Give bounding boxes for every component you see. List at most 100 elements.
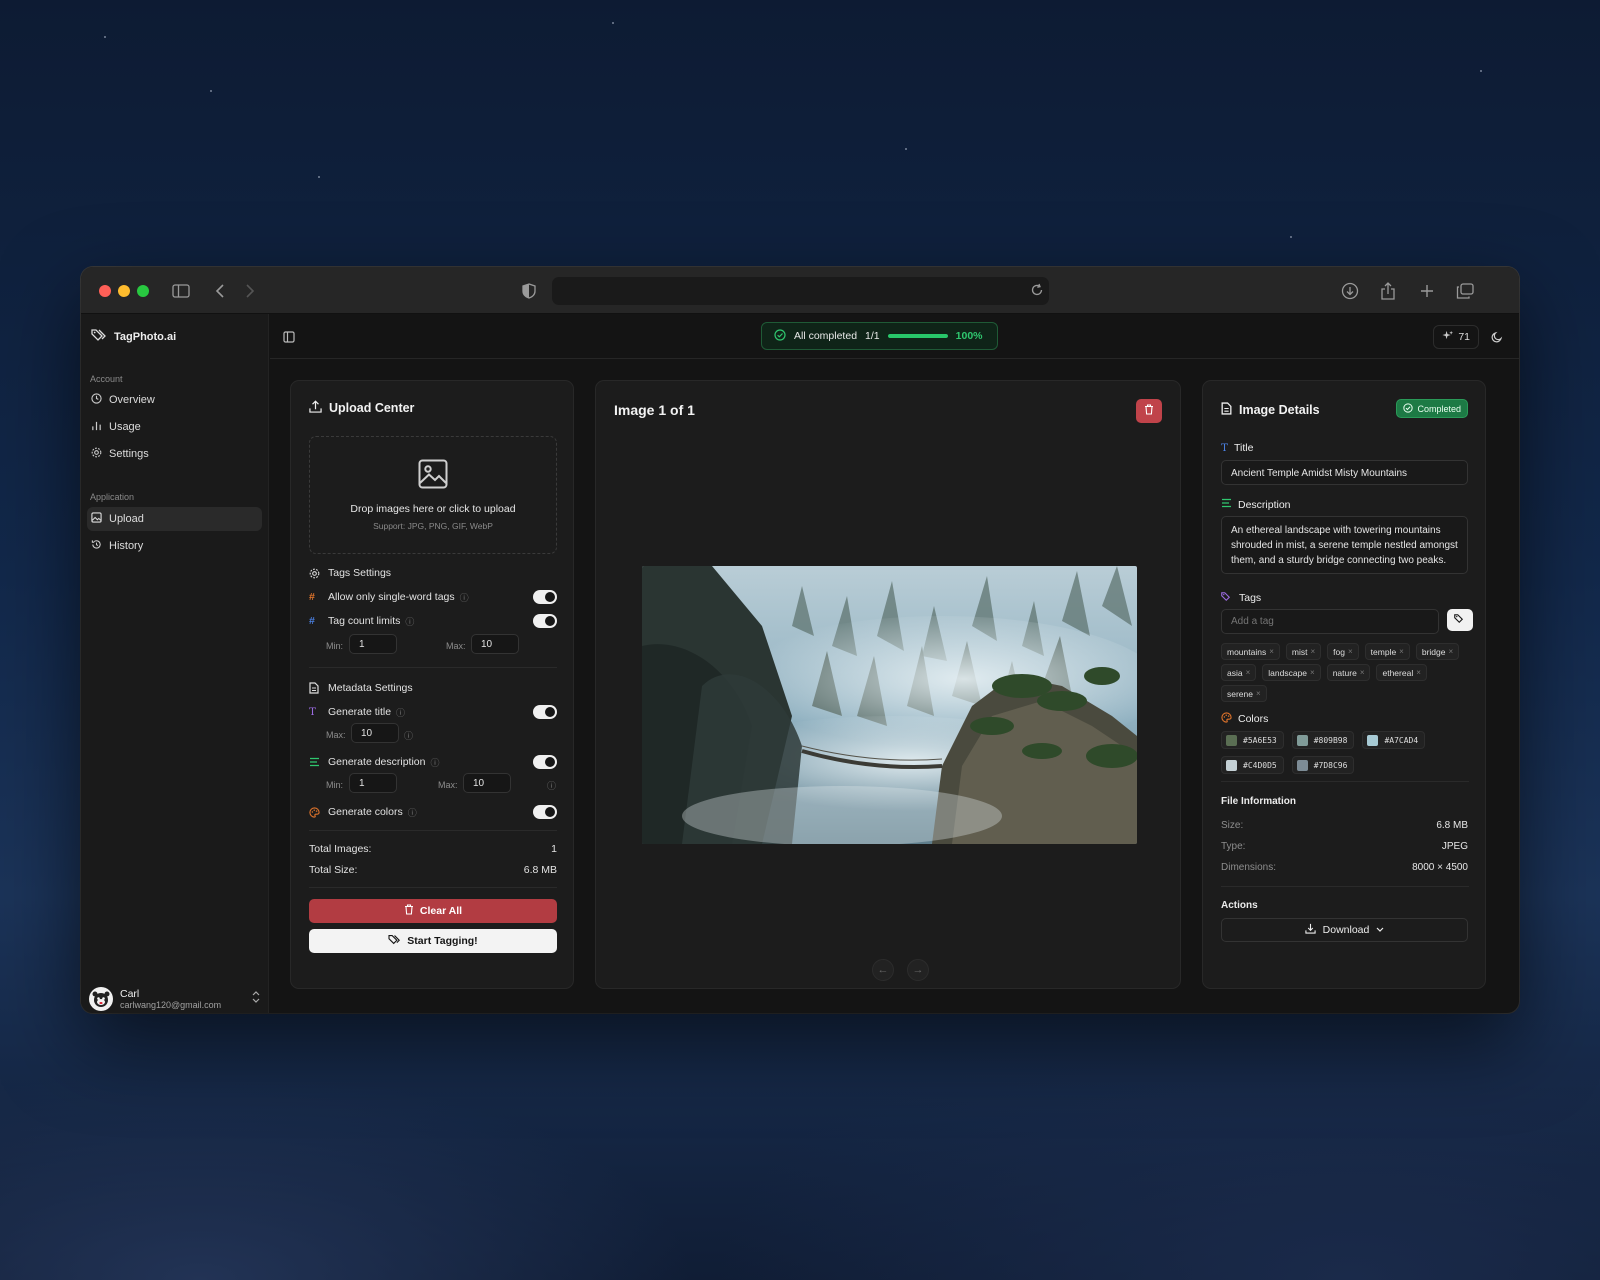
info-icon[interactable]: ⓘ [404,729,413,742]
color-sample [1367,734,1379,746]
star [1480,70,1482,72]
tag-label: temple [1370,646,1397,657]
text-icon: T [1221,442,1229,454]
add-tag-button[interactable] [1447,609,1473,631]
setting-label: Tag count limits [328,615,401,627]
single-word-tags-toggle[interactable] [533,590,557,604]
sidebar-item-usage[interactable]: Usage [87,415,262,439]
sidebar-toggle-icon[interactable] [169,279,193,303]
color-sample [1296,734,1308,746]
chevron-up-down-icon [252,990,260,1008]
browser-toolbar [81,267,1519,314]
back-icon[interactable] [208,279,232,303]
remove-tag-icon[interactable]: × [1310,668,1315,677]
credits-count: 71 [1458,331,1470,343]
label-text: Tags [1239,592,1262,604]
clear-all-button[interactable]: Clear All [309,899,557,923]
info-icon[interactable]: ⓘ [405,615,414,628]
color-swatch[interactable]: #809B98 [1291,731,1355,749]
sidebar-item-upload[interactable]: Upload [87,507,262,531]
panel-toggle-icon[interactable] [283,330,295,348]
start-tagging-button[interactable]: Start Tagging! [309,929,557,953]
share-icon[interactable] [1376,279,1400,303]
previous-image-button[interactable]: ← [872,959,894,981]
align-left-icon [1221,498,1232,511]
close-window-button[interactable] [99,285,111,297]
info-icon[interactable]: ⓘ [408,806,417,819]
remove-tag-icon[interactable]: × [1348,647,1353,656]
color-swatch[interactable]: #7D8C96 [1291,756,1355,774]
minimize-window-button[interactable] [118,285,130,297]
next-image-button[interactable]: → [907,959,929,981]
tag-label: mountains [1227,646,1267,657]
tag-min-input[interactable]: 1 [349,634,397,654]
total-size-row: Total Size: 6.8 MB [309,864,557,876]
moon-icon[interactable] [1491,330,1503,348]
color-swatch[interactable]: #5A6E53 [1221,731,1284,749]
tabs-overview-icon[interactable] [1453,279,1477,303]
reload-icon[interactable] [1030,283,1044,302]
generate-title-toggle[interactable] [533,705,557,719]
desc-max-input[interactable]: 10 [463,773,511,793]
button-label: Download [1322,924,1370,936]
zoom-window-button[interactable] [137,285,149,297]
tag-label: ethereal [1382,667,1414,678]
palette-icon [1221,712,1232,726]
generate-colors-toggle[interactable] [533,805,557,819]
remove-tag-icon[interactable]: × [1246,668,1251,677]
forward-icon[interactable] [238,279,262,303]
status-badge: Completed [1396,399,1468,418]
title-max-input[interactable]: 10 [351,723,399,743]
color-sample [1226,759,1237,771]
size-label: Size: [1221,820,1244,831]
star [104,36,106,38]
color-swatch[interactable]: #C4D0D5 [1221,756,1284,774]
new-tab-icon[interactable] [1415,279,1439,303]
color-swatch[interactable]: #A7CAD4 [1362,731,1426,749]
remove-tag-icon[interactable]: × [1448,647,1453,656]
delete-image-button[interactable] [1136,399,1162,423]
check-circle-icon [1403,402,1414,415]
tag-count-limits-setting: # Tag count limits ⓘ [309,612,557,630]
info-icon[interactable]: ⓘ [430,756,439,769]
title-input[interactable]: Ancient Temple Amidst Misty Mountains [1221,460,1468,485]
remove-tag-icon[interactable]: × [1416,668,1421,677]
remove-tag-icon[interactable]: × [1310,647,1315,656]
app-sidebar: TagPhoto.ai Account Overview Usage Setti… [81,314,269,1013]
check-circle-icon [774,328,786,344]
tag-icon [1221,591,1233,605]
remove-tag-icon[interactable]: × [1256,689,1261,698]
tag-label: bridge [1421,646,1446,657]
image-dropzone[interactable]: Drop images here or click to upload Supp… [309,436,557,554]
remove-tag-icon[interactable]: × [1399,647,1404,656]
sidebar-item-settings[interactable]: Settings [87,442,262,466]
sidebar-item-history[interactable]: History [87,534,262,558]
remove-tag-icon[interactable]: × [1360,668,1365,677]
star [612,22,614,24]
address-bar[interactable] [552,277,1049,305]
document-icon [309,682,323,694]
setting-label: Allow only single-word tags [328,591,455,603]
remove-tag-icon[interactable]: × [1269,647,1274,656]
generate-description-setting: Generate description ⓘ [309,753,557,771]
credits-badge[interactable]: 71 [1433,325,1479,349]
info-icon[interactable]: ⓘ [547,779,556,792]
section-title: Metadata Settings [328,682,413,694]
user-menu[interactable]: Carl carlwang120@gmail.com [89,984,264,1013]
download-button[interactable]: Download [1221,918,1468,942]
drop-instructions: Drop images here or click to upload [350,503,516,515]
download-icon[interactable] [1338,279,1362,303]
sidebar-item-overview[interactable]: Overview [87,388,262,412]
tag-count-limits-toggle[interactable] [533,614,557,628]
shield-icon[interactable] [517,279,541,303]
brand[interactable]: TagPhoto.ai [91,328,176,345]
generate-description-toggle[interactable] [533,755,557,769]
chevron-down-icon [1376,924,1384,936]
tag-label: landscape [1268,667,1308,678]
info-icon[interactable]: ⓘ [396,706,405,719]
desc-min-input[interactable]: 1 [349,773,397,793]
tag-max-input[interactable]: 10 [471,634,519,654]
description-textarea[interactable]: An ethereal landscape with towering moun… [1221,516,1468,574]
info-icon[interactable]: ⓘ [460,591,469,604]
add-tag-input[interactable] [1221,609,1439,634]
